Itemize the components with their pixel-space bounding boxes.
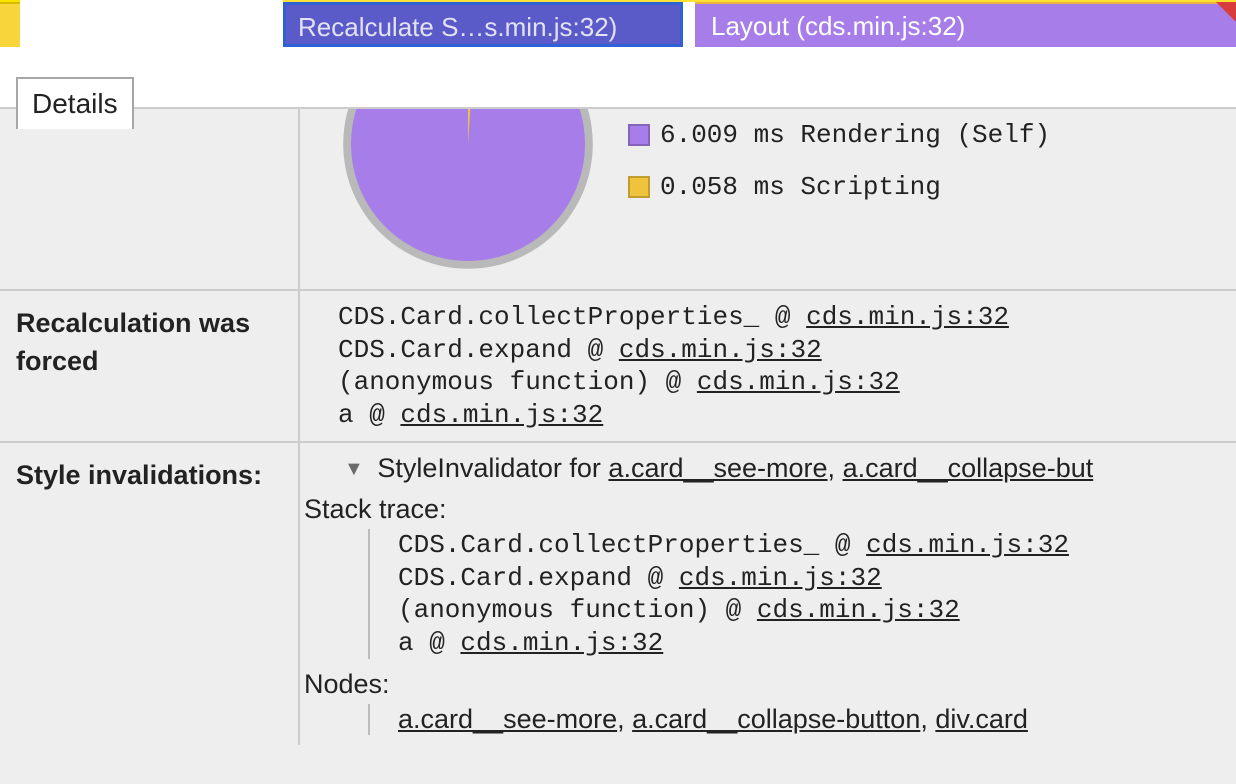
nodes-heading: Nodes:	[304, 669, 1232, 700]
trace-line: CDS.Card.expand @ cds.min.js:32	[338, 334, 1232, 367]
node-link[interactable]: a.card__see-more	[608, 453, 827, 483]
forced-recalculation-row: Recalculation was forced CDS.Card.collec…	[0, 291, 1236, 443]
trace-line: CDS.Card.collectProperties_ @ cds.min.js…	[398, 529, 1232, 562]
style-invalidations-row: Style invalidations: ▼ StyleInvalidator …	[0, 443, 1236, 745]
node-link[interactable]: a.card__collapse-but	[843, 453, 1094, 483]
legend-rendering: 6.009 ms Rendering (Self)	[628, 109, 1050, 161]
legend-rendering-text: 6.009 ms Rendering (Self)	[660, 109, 1050, 161]
disclosure-triangle-icon[interactable]: ▼	[344, 458, 364, 481]
legend-scripting-text: 0.058 ms Scripting	[660, 161, 941, 213]
source-link[interactable]: cds.min.js:32	[400, 400, 603, 430]
trace-line: CDS.Card.expand @ cds.min.js:32	[398, 562, 1232, 595]
details-panel: 6.009 ms Rendering (Self) 0.058 ms Scrip…	[0, 107, 1236, 784]
flame-block-layout[interactable]: Layout (cds.min.js:32)	[695, 2, 1236, 47]
forced-recalculation-label: Recalculation was forced	[0, 291, 300, 441]
time-pie-chart	[338, 107, 598, 274]
trace-line: a @ cds.min.js:32	[338, 399, 1232, 432]
source-link[interactable]: cds.min.js:32	[866, 530, 1069, 560]
pie-legend: 6.009 ms Rendering (Self) 0.058 ms Scrip…	[628, 109, 1050, 213]
tabs-row: Details	[0, 47, 1236, 107]
trace-line: (anonymous function) @ cds.min.js:32	[398, 594, 1232, 627]
source-link[interactable]: cds.min.js:32	[697, 367, 900, 397]
layout-warning-icon	[1216, 2, 1236, 22]
forced-recalculation-trace: CDS.Card.collectProperties_ @ cds.min.js…	[300, 291, 1236, 441]
node-link[interactable]: div.card	[935, 704, 1028, 734]
source-link[interactable]: cds.min.js:32	[757, 595, 960, 625]
source-link[interactable]: cds.min.js:32	[679, 563, 882, 593]
flame-block-scripting[interactable]	[0, 2, 20, 47]
node-link[interactable]: a.card__collapse-button	[632, 704, 920, 734]
aggregated-time-row: 6.009 ms Rendering (Self) 0.058 ms Scrip…	[0, 109, 1236, 291]
trace-line: CDS.Card.collectProperties_ @ cds.min.js…	[338, 301, 1232, 334]
aggregated-time-content: 6.009 ms Rendering (Self) 0.058 ms Scrip…	[300, 109, 1236, 289]
source-link[interactable]: cds.min.js:32	[806, 302, 1009, 332]
invalidation-nodes: a.card__see-more, a.card__collapse-butto…	[368, 704, 1232, 735]
swatch-scripting-icon	[628, 176, 650, 198]
node-link[interactable]: a.card__see-more	[398, 704, 617, 734]
invalidator-tree-item[interactable]: ▼ StyleInvalidator for a.card__see-more,…	[304, 453, 1232, 484]
style-invalidations-content: ▼ StyleInvalidator for a.card__see-more,…	[300, 443, 1236, 745]
flame-row: Recalculate S…s.min.js:32) Layout (cds.m…	[0, 2, 1236, 47]
source-link[interactable]: cds.min.js:32	[619, 335, 822, 365]
flame-block-recalculate-style[interactable]: Recalculate S…s.min.js:32)	[283, 2, 683, 47]
aggregated-time-label	[0, 109, 300, 289]
trace-line: (anonymous function) @ cds.min.js:32	[338, 366, 1232, 399]
invalidation-stack-trace: CDS.Card.collectProperties_ @ cds.min.js…	[368, 529, 1232, 659]
legend-scripting: 0.058 ms Scripting	[628, 161, 1050, 213]
invalidator-heading-prefix: StyleInvalidator for	[377, 453, 608, 483]
source-link[interactable]: cds.min.js:32	[460, 628, 663, 658]
style-invalidations-label: Style invalidations:	[0, 443, 300, 745]
swatch-rendering-icon	[628, 124, 650, 146]
stack-trace-heading: Stack trace:	[304, 494, 1232, 525]
tab-details[interactable]: Details	[16, 77, 134, 129]
trace-line: a @ cds.min.js:32	[398, 627, 1232, 660]
